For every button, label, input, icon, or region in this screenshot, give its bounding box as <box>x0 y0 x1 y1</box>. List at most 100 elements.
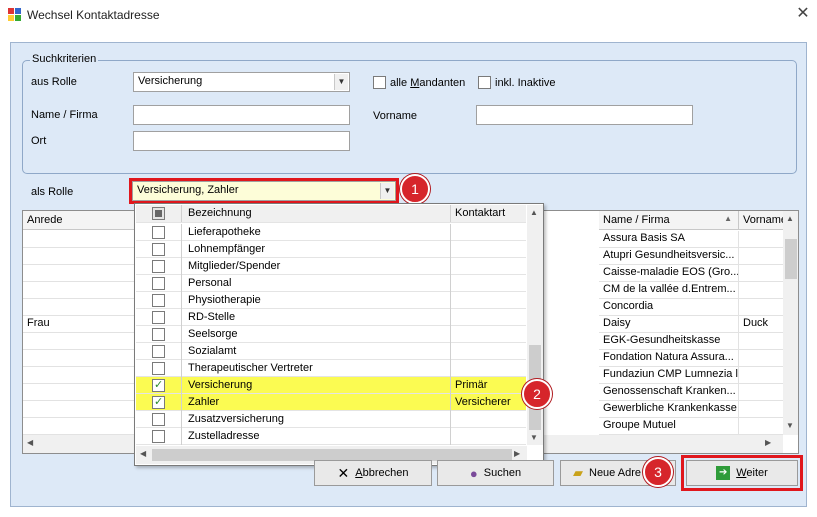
table-cell-anrede[interactable] <box>23 231 143 248</box>
table-cell-name[interactable]: Daisy <box>599 316 739 333</box>
dropdown-item[interactable]: Lieferapotheke <box>136 224 526 241</box>
dropdown-item-checkbox[interactable] <box>152 260 165 273</box>
column-header-vorname[interactable]: Vorname <box>739 211 787 230</box>
dropdown-item-checkbox[interactable]: ✓ <box>152 396 165 409</box>
scrollbar-thumb[interactable] <box>785 239 797 279</box>
table-cell-vorname[interactable] <box>739 282 785 299</box>
all-mandants-checkbox[interactable] <box>373 76 386 89</box>
dropdown-item-checkbox[interactable] <box>152 413 165 426</box>
cancel-button[interactable]: ✕ Abbrechen <box>314 460 432 486</box>
dropdown-item-check-cell[interactable] <box>136 326 182 343</box>
scroll-right-icon[interactable]: ▶ <box>514 449 520 458</box>
next-button[interactable]: ➔ Weiter <box>686 460 798 486</box>
dropdown-item-check-cell[interactable] <box>136 309 182 326</box>
dropdown-item-check-cell[interactable]: ✓ <box>136 377 182 394</box>
table-cell-vorname[interactable] <box>739 299 785 316</box>
search-button[interactable]: ● Suchen <box>437 460 554 486</box>
table-cell-anrede[interactable] <box>23 265 143 282</box>
scroll-down-icon[interactable]: ▼ <box>530 433 538 442</box>
dropdown-item-checkbox[interactable] <box>152 362 165 375</box>
table-cell-anrede[interactable] <box>23 299 143 316</box>
dropdown-item[interactable]: ✓ Versicherung Primär <box>136 377 526 394</box>
chevron-down-icon[interactable]: ▼ <box>334 74 348 90</box>
as-role-select[interactable]: Versicherung, Zahler ▼ <box>132 181 396 201</box>
table-cell-anrede[interactable] <box>23 333 143 350</box>
dropdown-item-checkbox[interactable] <box>152 226 165 239</box>
table-cell-anrede[interactable] <box>23 418 143 435</box>
table-cell-vorname[interactable] <box>739 265 785 282</box>
dropdown-item-check-cell[interactable] <box>136 428 182 445</box>
dropdown-item[interactable]: Seelsorge <box>136 326 526 343</box>
dropdown-item-checkbox[interactable] <box>152 243 165 256</box>
scroll-right-icon[interactable]: ▶ <box>765 438 771 447</box>
table-cell-vorname[interactable] <box>739 350 785 367</box>
table-cell-name[interactable]: Groupe Mutuel <box>599 418 739 435</box>
dropdown-item-check-cell[interactable] <box>136 343 182 360</box>
firstname-field[interactable] <box>476 105 693 125</box>
scroll-up-icon[interactable]: ▲ <box>530 208 538 217</box>
dropdown-item-checkbox[interactable] <box>152 277 165 290</box>
dropdown-item[interactable]: ✓ Zahler Versicherer <box>136 394 526 411</box>
table-cell-anrede[interactable] <box>23 248 143 265</box>
dropdown-item-checkbox[interactable] <box>152 328 165 341</box>
table-cell-name[interactable]: Concordia <box>599 299 739 316</box>
place-field[interactable] <box>133 131 350 151</box>
table-cell-name[interactable]: Gewerbliche Krankenkasse <box>599 401 739 418</box>
close-icon[interactable]: ✕ <box>792 4 814 24</box>
table-cell-anrede[interactable] <box>23 384 143 401</box>
dropdown-item-check-cell[interactable] <box>136 258 182 275</box>
role-dropdown-list[interactable]: Bezeichnung Kontaktart Lieferapotheke Loh… <box>134 203 544 466</box>
sort-asc-icon[interactable]: ▲ <box>724 214 732 223</box>
grid-vertical-scrollbar[interactable]: ▲ ▼ <box>783 211 798 435</box>
table-cell-anrede[interactable] <box>23 350 143 367</box>
table-cell-vorname[interactable] <box>739 367 785 384</box>
table-cell-name[interactable]: Atupri Gesundheitsversic... <box>599 248 739 265</box>
include-inactive-checkbox[interactable] <box>478 76 491 89</box>
table-cell-name[interactable]: Fundaziun CMP Lumnezia l <box>599 367 739 384</box>
dropdown-item[interactable]: Personal <box>136 275 526 292</box>
dropdown-item-check-cell[interactable] <box>136 224 182 241</box>
table-cell-anrede[interactable] <box>23 282 143 299</box>
scroll-left-icon[interactable]: ◀ <box>140 449 146 458</box>
dropdown-item[interactable]: RD-Stelle <box>136 309 526 326</box>
table-cell-vorname[interactable] <box>739 231 785 248</box>
dropdown-item-checkbox[interactable]: ✓ <box>152 379 165 392</box>
table-cell-name[interactable]: Caisse-maladie EOS (Gro... <box>599 265 739 282</box>
dropdown-vertical-scrollbar[interactable]: ▲ ▼ <box>527 205 543 445</box>
scroll-down-icon[interactable]: ▼ <box>786 421 794 430</box>
dropdown-item-checkbox[interactable] <box>152 294 165 307</box>
dropdown-item[interactable]: Mitglieder/Spender <box>136 258 526 275</box>
dropdown-item-check-cell[interactable] <box>136 241 182 258</box>
dropdown-item[interactable]: Physiotherapie <box>136 292 526 309</box>
role-select[interactable]: Versicherung ▼ <box>133 72 350 92</box>
select-all-cell[interactable] <box>136 205 182 222</box>
table-cell-vorname[interactable] <box>739 248 785 265</box>
dropdown-item-check-cell[interactable]: ✓ <box>136 394 182 411</box>
table-cell-vorname[interactable] <box>739 384 785 401</box>
table-cell-anrede[interactable] <box>23 401 143 418</box>
dropdown-item[interactable]: Zustelladresse <box>136 428 526 445</box>
table-cell-vorname[interactable] <box>739 333 785 350</box>
table-cell-anrede[interactable] <box>23 367 143 384</box>
dropdown-item-checkbox[interactable] <box>152 345 165 358</box>
dropdown-item[interactable]: Lohnempfänger <box>136 241 526 258</box>
dropdown-item[interactable]: Zusatzversicherung <box>136 411 526 428</box>
dropdown-header-name[interactable]: Bezeichnung <box>188 207 448 219</box>
dropdown-item-check-cell[interactable] <box>136 360 182 377</box>
dropdown-header-type[interactable]: Kontaktart <box>450 205 526 222</box>
dropdown-item[interactable]: Therapeutischer Vertreter <box>136 360 526 377</box>
dropdown-item-checkbox[interactable] <box>152 311 165 324</box>
table-cell-name[interactable]: Assura Basis SA <box>599 231 739 248</box>
table-cell-vorname[interactable]: Duck <box>739 316 785 333</box>
chevron-down-icon[interactable]: ▼ <box>380 183 394 199</box>
name-field[interactable] <box>133 105 350 125</box>
dropdown-item-check-cell[interactable] <box>136 275 182 292</box>
table-cell-vorname[interactable] <box>739 418 785 435</box>
dropdown-item-check-cell[interactable] <box>136 411 182 428</box>
scroll-up-icon[interactable]: ▲ <box>786 214 794 223</box>
column-header-name[interactable]: Name / Firma ▲ <box>599 211 739 230</box>
table-cell-name[interactable]: CM de la vallée d.Entrem... <box>599 282 739 299</box>
table-cell-anrede[interactable]: Frau <box>23 316 143 333</box>
dropdown-item[interactable]: Sozialamt <box>136 343 526 360</box>
dropdown-item-checkbox[interactable] <box>152 430 165 443</box>
